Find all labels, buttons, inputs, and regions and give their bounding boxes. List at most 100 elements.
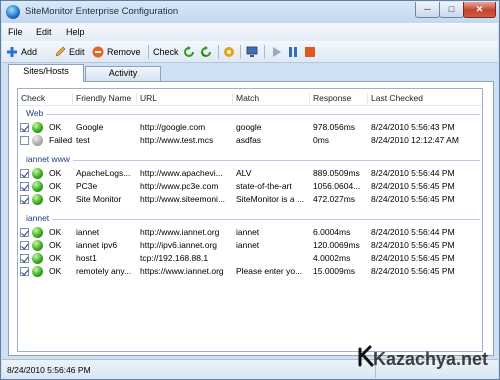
table-row[interactable]: OK iannet ipv6 http://ipv6.iannet.org ianne… [18,239,482,252]
group-header[interactable]: iannet [20,213,482,225]
check-button[interactable]: Check [153,45,179,59]
group-name: iannet [20,213,53,223]
match-cell: iannet [236,227,260,237]
close-button[interactable]: ✕ [463,2,496,18]
match-cell: Please enter yo... [236,266,303,276]
friendly-name-cell: Site Monitor [76,194,122,204]
pause-button[interactable] [287,45,299,59]
table-row[interactable]: OK PC3e http://www.pc3e.com state-of-the-ar… [18,180,482,193]
status-icon [32,253,43,264]
watermark-text: Kazachya.net [373,349,489,369]
settings-button[interactable] [223,45,235,59]
menu-help[interactable]: Help [66,27,85,37]
toolbar-separator [218,45,219,59]
maximize-button[interactable]: □ [439,2,464,18]
enabled-checkbox[interactable] [20,169,29,178]
check-label: Check [153,47,179,57]
play-button[interactable] [270,45,282,59]
friendly-name-cell: PC3e [76,181,98,191]
table-row[interactable]: OK remotely any... https://www.iannet.org P… [18,265,482,278]
refresh-all-icon [200,46,212,58]
enabled-checkbox[interactable] [20,241,29,250]
response-cell: 472.027ms [313,194,356,204]
last-checked-cell: 8/24/2010 5:56:43 PM [371,122,455,132]
status-icon [32,122,43,133]
column-check[interactable]: Check [18,93,73,105]
status-icon [32,194,43,205]
title-bar: SiteMonitor Enterprise Configuration ─ □… [1,1,499,23]
group-header[interactable]: Web [20,108,482,120]
table-row[interactable]: OK ApacheLogs... http://www.apachevi... ALV… [18,167,482,180]
status-icon [32,240,43,251]
tab-sites-hosts[interactable]: Sites/Hosts [8,64,84,82]
enabled-checkbox[interactable] [20,195,29,204]
refresh-button[interactable] [183,45,195,59]
column-url[interactable]: URL [137,93,233,105]
refresh-icon [183,46,195,58]
last-checked-cell: 8/24/2010 5:56:45 PM [371,181,455,191]
group-header[interactable]: iannet www [20,154,482,166]
response-cell: 120.0069ms [313,240,360,250]
last-checked-cell: 8/24/2010 5:56:45 PM [371,253,455,263]
column-friendly-name[interactable]: Friendly Name [73,93,137,105]
table-row[interactable]: OK Google http://google.com google 978.056ms… [18,121,482,134]
match-cell: iannet [236,240,260,250]
url-cell: http://www.iannet.org [140,227,220,237]
menu-file[interactable]: File [8,27,23,37]
column-match[interactable]: Match [233,93,310,105]
toolbar-separator [148,45,149,59]
remove-button[interactable]: Remove [92,45,141,59]
stop-button[interactable] [304,45,316,59]
group-divider [20,114,480,115]
enabled-checkbox[interactable] [20,136,29,145]
response-cell: 4.0002ms [313,253,351,263]
status-label: OK [49,240,62,250]
table-row[interactable]: OK Site Monitor http://www.siteemoni... Sit… [18,193,482,206]
tab-bar: Sites/Hosts Activity [8,64,494,82]
minimize-button[interactable]: ─ [415,2,440,18]
monitor-icon [246,46,258,58]
response-cell: 0ms [313,135,330,145]
remove-label: Remove [107,47,141,57]
last-checked-cell: 8/24/2010 5:56:44 PM [371,227,455,237]
column-response[interactable]: Response [310,93,368,105]
enabled-checkbox[interactable] [20,182,29,191]
menu-bar: File Edit Help [2,23,498,41]
gear-icon [223,46,235,58]
table-row[interactable]: OK host1 tcp://192.168.88.1 4.0002ms 8/24/20… [18,252,482,265]
status-label: OK [49,266,62,276]
edit-label: Edit [69,47,85,57]
status-icon [32,168,43,179]
friendly-name-cell: iannet [76,227,100,237]
sites-list[interactable]: Check Friendly Name URL Match Response L… [17,88,483,352]
remove-icon [92,46,104,58]
table-row[interactable]: Failed test http://www.test.mcs asdfas 0ms 8/… [18,134,482,147]
match-cell: google [236,122,262,132]
url-cell: http://www.siteemoni... [140,194,226,204]
enabled-checkbox[interactable] [20,123,29,132]
toolbar: Add Edit Remove Check [2,41,498,63]
friendly-name-cell: remotely any... [76,266,132,276]
edit-button[interactable]: Edit [54,45,85,59]
tab-panel: Check Friendly Name URL Match Response L… [8,81,494,356]
table-row[interactable]: OK iannet http://www.iannet.org iannet 6.000… [18,226,482,239]
refresh-all-button[interactable] [200,45,212,59]
computer-button[interactable] [246,45,258,59]
group-name: Web [20,108,47,118]
response-cell: 889.0509ms [313,168,360,178]
url-cell: tcp://192.168.88.1 [140,253,209,263]
status-label: OK [49,253,62,263]
match-cell [233,253,310,265]
menu-edit[interactable]: Edit [36,27,52,37]
enabled-checkbox[interactable] [20,267,29,276]
add-button[interactable]: Add [6,45,37,59]
friendly-name-cell: ApacheLogs... [76,168,131,178]
status-icon [32,227,43,238]
friendly-name-cell: host1 [76,253,97,263]
enabled-checkbox[interactable] [20,228,29,237]
tab-activity[interactable]: Activity [85,66,161,81]
enabled-checkbox[interactable] [20,254,29,263]
column-last-checked[interactable]: Last Checked [368,93,482,105]
last-checked-cell: 8/24/2010 5:56:45 PM [371,194,455,204]
play-icon [270,46,282,58]
